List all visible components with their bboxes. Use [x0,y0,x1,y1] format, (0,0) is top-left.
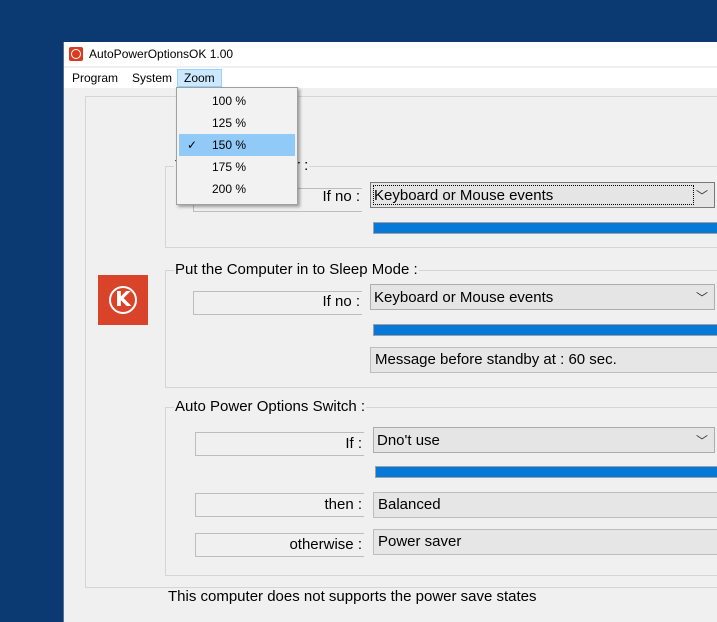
zoom-option-label: 150 % [212,138,247,152]
chevron-down-icon: ﹀ [695,434,708,448]
focus-rect [373,185,694,205]
switch-then-label: then : [324,496,362,513]
switch-if-label: If : [345,435,362,452]
monitor-trigger-select[interactable]: Keyboard or Mouse events ﹀ [370,182,715,208]
title-bar[interactable]: AutoPowerOptionsOK 1.00 [64,42,717,66]
switch-progress-bar [375,466,717,478]
check-icon: ✓ [187,138,198,152]
menu-system[interactable]: System [126,69,178,87]
sleep-if-label: If no : [322,293,360,310]
sleep-progress-bar [373,324,717,336]
zoom-option-175[interactable]: 175 % [179,156,295,178]
zoom-option-200[interactable]: 200 % [179,178,295,200]
menu-zoom[interactable]: Zoom [177,69,222,87]
app-window: AutoPowerOptionsOK 1.00 Program System Z… [63,42,717,622]
zoom-option-label: 100 % [212,94,247,108]
app-big-logo-icon: K [98,275,148,325]
app-logo-icon [69,47,83,61]
switch-then-value: Balanced [373,492,717,518]
sleep-trigger-select[interactable]: Keyboard or Mouse events ﹀ [370,284,715,310]
chevron-down-icon: ﹀ [695,189,708,203]
switch-if-select[interactable]: Dno't use ﹀ [373,427,715,453]
zoom-option-label: 175 % [212,160,247,174]
sleep-group-title: Put the Computer in to Sleep Mode : [174,261,419,278]
chevron-down-icon: ﹀ [695,291,708,305]
switch-group-title: Auto Power Options Switch : [174,398,367,415]
window-title: AutoPowerOptionsOK 1.00 [89,47,234,61]
monitor-progress-bar [373,222,717,234]
logo-letter: K [115,287,131,311]
zoom-dropdown-menu: 100 % 125 % ✓ 150 % 175 % 200 % [176,87,298,205]
switch-if-value: Dno't use [377,432,440,449]
menu-bar: Program System Zoom [64,68,717,88]
switch-otherwise-label: otherwise : [289,536,362,553]
status-text: This computer does not supports the powe… [168,588,537,605]
zoom-option-label: 125 % [212,116,247,130]
zoom-option-label: 200 % [212,182,247,196]
sleep-message-box: Message before standby at : 60 sec. [370,347,717,373]
zoom-option-125[interactable]: 125 % [179,112,295,134]
menu-program[interactable]: Program [66,69,124,87]
zoom-option-100[interactable]: 100 % [179,90,295,112]
sleep-trigger-value: Keyboard or Mouse events [374,289,554,306]
zoom-option-150[interactable]: ✓ 150 % [179,134,295,156]
switch-otherwise-value: Power saver [373,529,717,555]
